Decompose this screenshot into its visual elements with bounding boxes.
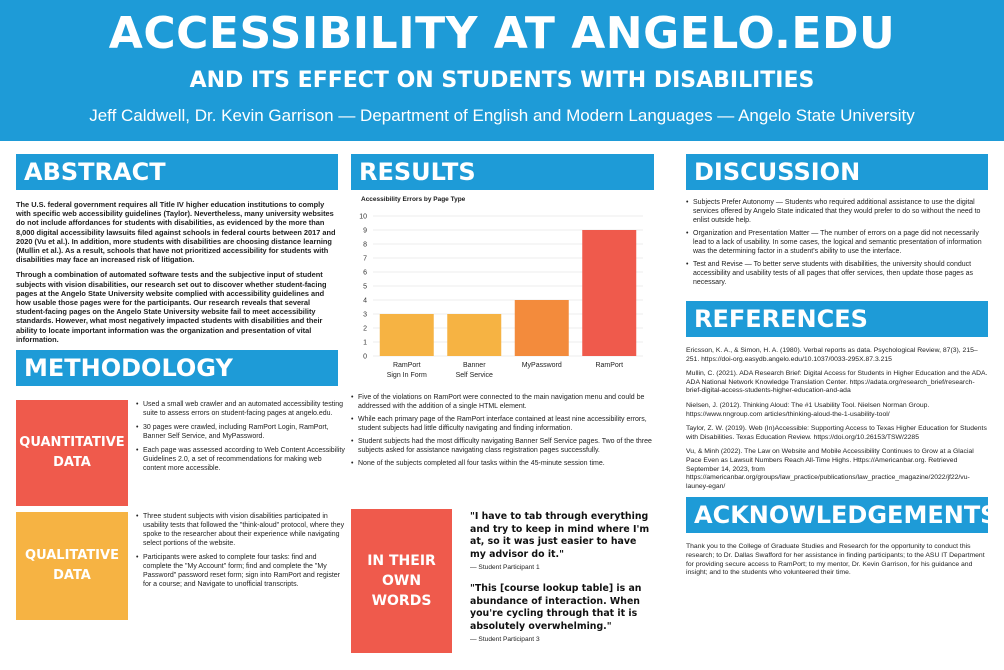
x-tick-label: MyPassword	[522, 362, 562, 369]
list-item: Three student subjects with vision disab…	[136, 512, 346, 548]
y-tick-label: 5	[363, 284, 367, 291]
y-tick-label: 7	[363, 256, 367, 263]
right-column: DISCUSSION Subjects Prefer Autonomy — St…	[686, 154, 997, 584]
reference-item: Taylor, Z. W. (2019). Web (In)Accessible…	[686, 425, 987, 441]
list-item: Subjects Prefer Autonomy — Students who …	[686, 198, 988, 225]
reference-item: Vu, & Minh (2022). The Law on Website an…	[686, 448, 974, 490]
results-chart: Accessibility Errors by Page Type 0 1 2 3 4 5…	[351, 196, 651, 391]
list-item: Participants were asked to complete four…	[136, 553, 346, 589]
qualitative-list: Three student subjects with vision disab…	[136, 512, 346, 594]
quantitative-section: QUANTITATIVE DATA Used a small web crawl…	[16, 400, 345, 508]
methodology-heading: METHODOLOGY	[16, 350, 338, 387]
quote-1-attribution: — Student Participant 1	[470, 564, 540, 571]
list-item: None of the subjects completed all four …	[351, 459, 654, 468]
x-tick-label: Self Service	[456, 372, 493, 379]
x-tick-label: RamPort	[595, 362, 623, 369]
references-heading: REFERENCES	[686, 301, 988, 337]
y-tick-label: 9	[363, 228, 367, 235]
y-tick-label: 2	[363, 326, 367, 333]
poster-title: ACCESSIBILITY AT ANGELO.EDU	[108, 8, 896, 59]
discussion-list: Subjects Prefer Autonomy — Students who …	[686, 198, 988, 287]
list-item: Used a small web crawler and an automate…	[136, 400, 346, 418]
list-item: Each page was assessed according to Web …	[136, 446, 346, 473]
bar-3	[582, 230, 637, 356]
list-item: Student subjects had the most difficulty…	[351, 437, 654, 455]
acknowledgements-heading: ACKNOWLEDGEMENTS	[686, 497, 997, 534]
list-item: 30 pages were crawled, including RamPort…	[136, 423, 346, 441]
qualitative-label: QUALITATIVE DATA	[16, 512, 128, 621]
poster-authors: Jeff Caldwell, Dr. Kevin Garrison — Depa…	[89, 106, 915, 125]
reference-item: Mullin, C. (2021). ADA Research Brief: D…	[686, 370, 988, 395]
y-tick-label: 3	[363, 312, 367, 319]
quote-2: "This [course lookup table] is an abunda…	[470, 583, 642, 632]
abstract-paragraph-2: Through a combination of automated softw…	[16, 270, 327, 344]
list-item: While each primary page of the RamPort i…	[351, 415, 654, 433]
results-list: Five of the violations on RamPort were c…	[351, 393, 654, 468]
bar-0	[379, 314, 434, 356]
in-their-own-words-label: IN THEIR OWN WORDS	[351, 509, 452, 653]
abstract-heading: ABSTRACT	[16, 154, 338, 190]
x-tick-label: RamPort	[393, 362, 421, 369]
list-item: Five of the violations on RamPort were c…	[351, 393, 654, 411]
left-column: ABSTRACT The U.S. federal government req…	[16, 154, 345, 624]
y-tick-label: 0	[363, 354, 367, 361]
poster-header: ACCESSIBILITY AT ANGELO.EDU AND ITS EFFE…	[0, 0, 1004, 141]
bar-chart: 0 1 2 3 4 5 6 7 8 9 10 RamPort Sign In Form Banner Sel…	[359, 214, 643, 379]
list-item: Organization and Presentation Matter — T…	[686, 229, 988, 256]
discussion-heading: DISCUSSION	[686, 154, 988, 190]
abstract-paragraph-1: The U.S. federal government requires all…	[16, 200, 336, 265]
y-tick-label: 8	[363, 242, 367, 249]
y-tick-label: 6	[363, 270, 367, 277]
quotes-section: "I have to tab through everything and tr…	[470, 511, 655, 643]
quantitative-list: Used a small web crawler and an automate…	[136, 400, 346, 478]
bar-2	[514, 300, 569, 356]
chart-title: Accessibility Errors by Page Type	[361, 196, 466, 203]
quote-1: "I have to tab through everything and tr…	[470, 511, 650, 560]
y-tick-label: 4	[363, 298, 367, 305]
abstract-body: The U.S. federal government requires all…	[16, 200, 338, 344]
x-tick-label: Banner	[463, 362, 486, 369]
quantitative-label: QUANTITATIVE DATA	[16, 400, 128, 507]
quote-2-attribution: — Student Participant 3	[470, 636, 540, 643]
middle-column: RESULTS Accessibility Errors by Page Typ…	[351, 154, 654, 472]
bar-1	[447, 314, 502, 356]
acknowledgements-text: Thank you to the College of Graduate Stu…	[686, 543, 985, 577]
results-heading: RESULTS	[351, 154, 654, 190]
y-tick-label: 10	[359, 214, 367, 221]
list-item: Test and Revise — To better serve studen…	[686, 260, 988, 287]
x-tick-label: Sign In Form	[387, 372, 427, 379]
reference-item: Nielsen, J. (2012). Thinking Aloud: The …	[686, 401, 930, 418]
qualitative-section: QUALITATIVE DATA Three student subjects …	[16, 512, 344, 624]
y-tick-label: 1	[363, 340, 367, 347]
poster-subtitle: AND ITS EFFECT ON STUDENTS WITH DISABILI…	[189, 68, 815, 93]
reference-item: Ericsson, K. A., & Simon, H. A. (1980). …	[686, 347, 978, 363]
references-list: Ericsson, K. A., & Simon, H. A. (1980). …	[686, 347, 988, 491]
